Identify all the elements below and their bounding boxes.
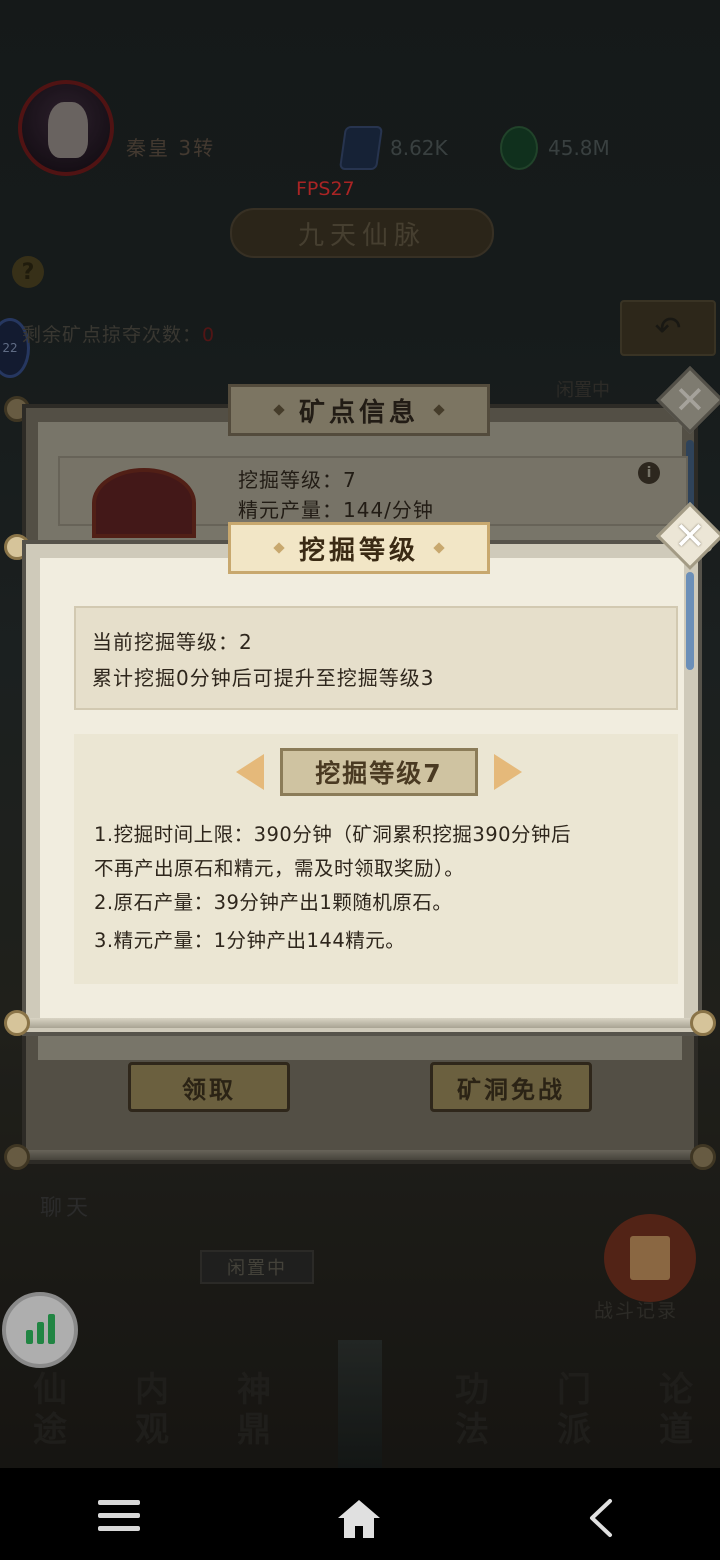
scroll-knob xyxy=(4,1010,30,1036)
level-selector-tab[interactable]: 挖掘等级7 xyxy=(280,748,478,796)
progress-hint-text: 累计挖掘0分钟后可提升至挖掘等级3 xyxy=(92,666,435,690)
menu-icon[interactable] xyxy=(98,1500,140,1539)
back-icon[interactable] xyxy=(586,1498,616,1538)
tassel-ornament xyxy=(686,572,694,670)
current-level-text: 当前挖掘等级：2 xyxy=(92,630,253,654)
current-level-box: 当前挖掘等级：2 累计挖掘0分钟后可提升至挖掘等级3 xyxy=(74,606,678,710)
chevron-left-icon[interactable] xyxy=(236,754,264,790)
level-detail-area: 挖掘等级7 1.挖掘时间上限：390分钟（矿洞累积挖掘390分钟后 不再产出原石… xyxy=(74,734,678,984)
desc-line-1b: 不再产出原石和精元，需及时领取奖励）。 xyxy=(94,857,465,880)
scroll-rod-bottom-front xyxy=(8,1018,712,1028)
close-icon: ✕ xyxy=(674,514,706,558)
desc-line-3: 3.精元产量：1分钟产出144精元。 xyxy=(94,929,406,952)
dig-level-panel: 当前挖掘等级：2 累计挖掘0分钟后可提升至挖掘等级3 挖掘等级7 1.挖掘时间上… xyxy=(22,540,702,1036)
dig-level-title-text: 挖掘等级 xyxy=(298,535,419,566)
chevron-right-icon[interactable] xyxy=(494,754,522,790)
diamond-ornament xyxy=(273,542,285,554)
desc-line-1: 1.挖掘时间上限：390分钟（矿洞累积挖掘390分钟后 xyxy=(94,823,572,846)
home-icon[interactable] xyxy=(336,1496,382,1542)
dig-level-sheet: 当前挖掘等级：2 累计挖掘0分钟后可提升至挖掘等级3 挖掘等级7 1.挖掘时间上… xyxy=(40,558,684,1018)
diamond-ornament xyxy=(433,542,445,554)
desc-line-2: 2.原石产量：39分钟产出1颗随机原石。 xyxy=(94,891,453,914)
scroll-knob xyxy=(690,1010,716,1036)
dig-level-title: 挖掘等级 xyxy=(228,522,490,574)
system-nav-bar xyxy=(0,1468,720,1560)
